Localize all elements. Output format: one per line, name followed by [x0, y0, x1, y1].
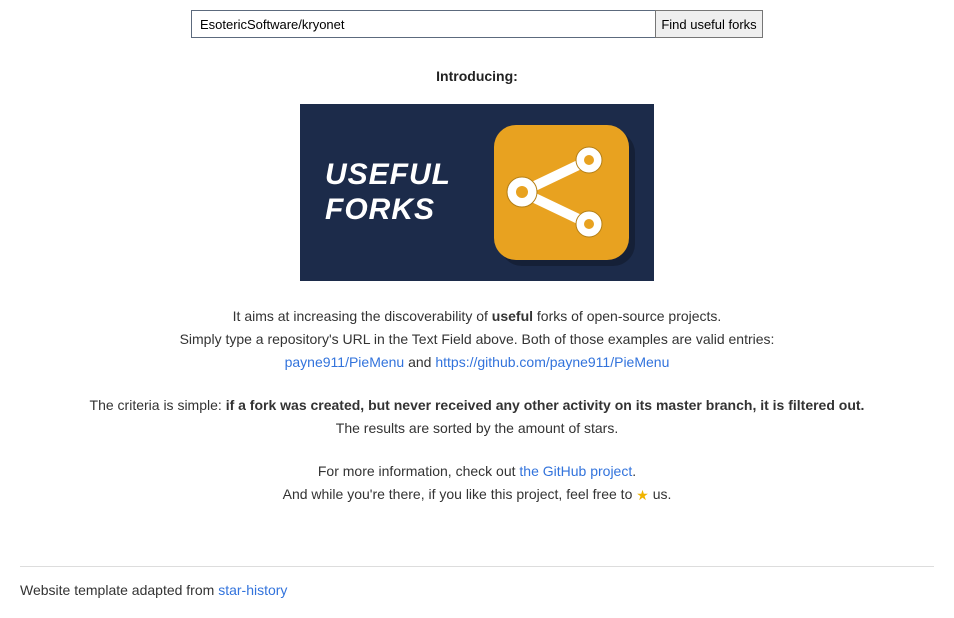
logo-text-line2: FORKS — [325, 193, 451, 228]
search-bar: Find useful forks — [0, 10, 954, 38]
star-line: And while you're there, if you like this… — [0, 484, 954, 506]
description-block: It aims at increasing the discoverabilit… — [0, 306, 954, 506]
fork-icon — [494, 125, 629, 260]
page-container: Find useful forks Introducing: USEFUL FO… — [0, 0, 954, 618]
logo-text: USEFUL FORKS — [325, 158, 451, 227]
github-project-link[interactable]: the GitHub project — [519, 463, 632, 479]
introducing-heading: Introducing: — [0, 68, 954, 84]
repo-input[interactable] — [191, 10, 656, 38]
desc-line-1: It aims at increasing the discoverabilit… — [0, 306, 954, 327]
logo-banner: USEFUL FORKS — [300, 104, 654, 281]
footer: Website template adapted from star-histo… — [0, 582, 954, 618]
criteria-line: The criteria is simple: if a fork was cr… — [0, 395, 954, 416]
logo-text-line1: USEFUL — [325, 158, 451, 193]
star-history-link[interactable]: star-history — [218, 582, 287, 598]
logo-wrap: USEFUL FORKS — [0, 104, 954, 281]
desc-line-2: Simply type a repository's URL in the Te… — [0, 329, 954, 350]
more-info-line: For more information, check out the GitH… — [0, 461, 954, 482]
results-line: The results are sorted by the amount of … — [0, 418, 954, 439]
footer-divider — [20, 566, 934, 567]
example-link-1[interactable]: payne911/PieMenu — [285, 354, 405, 370]
star-icon: ★ — [636, 485, 649, 506]
find-forks-button[interactable]: Find useful forks — [655, 10, 763, 38]
desc-examples: payne911/PieMenu and https://github.com/… — [0, 352, 954, 373]
example-link-2[interactable]: https://github.com/payne911/PieMenu — [435, 354, 669, 370]
